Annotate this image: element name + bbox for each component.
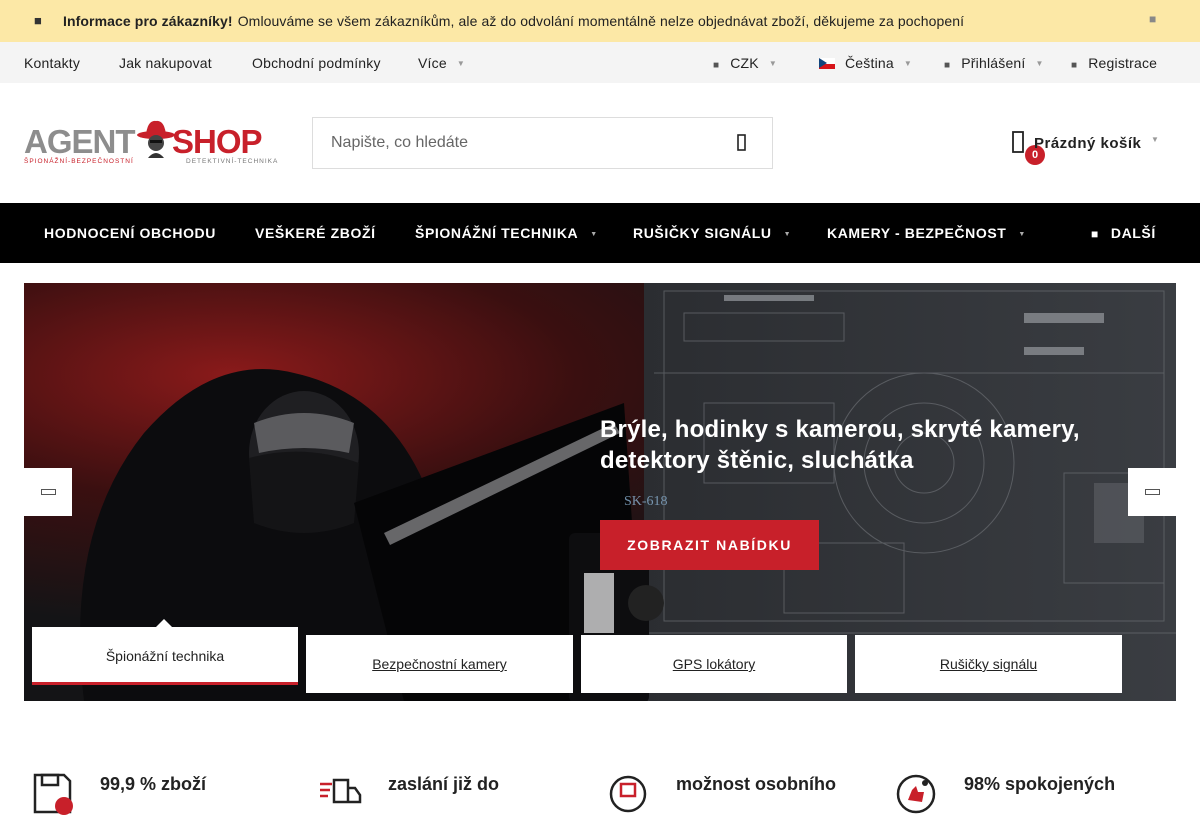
link-kontakty[interactable]: Kontakty	[24, 55, 80, 71]
hero-tabs: Špionážní technika Bezpečnostní kamery G…	[24, 619, 1176, 701]
link-jak-nakupovat[interactable]: Jak nakupovat	[119, 55, 212, 71]
close-icon[interactable]: ■	[1149, 12, 1156, 26]
cart-label: Prázdný košík	[1034, 135, 1142, 152]
logo-tagline-right: DETEKTIVNÍ-TECHNIKA	[186, 158, 279, 165]
register-icon: ■	[1071, 60, 1078, 71]
benefit-text: zaslání již do	[388, 774, 500, 794]
save-icon	[33, 773, 73, 815]
main-navigation: HODNOCENÍ OBCHODU VEŠKERÉ ZBOŽÍ ŠPIONÁŽN…	[0, 203, 1200, 263]
user-icon: ■	[944, 60, 951, 71]
register-link[interactable]: ■ Registrace	[1071, 55, 1157, 71]
announcement-message: Omlouváme se všem zákazníkům, ale až do …	[237, 13, 965, 29]
benefit-text: možnost osobního	[676, 774, 836, 794]
benefit-item: zaslání již do	[318, 770, 558, 830]
hero-tab-bezpecnostni-kamery[interactable]: Bezpečnostní kamery	[306, 635, 573, 693]
login-dropdown[interactable]: ■ Přihlášení ▼	[944, 55, 1044, 71]
coins-icon: ■	[713, 60, 720, 71]
chevron-down-icon: ▼	[768, 59, 777, 68]
search-input[interactable]	[313, 118, 713, 168]
search-box	[312, 117, 773, 169]
search-icon[interactable]	[728, 130, 758, 156]
nav-item-label: KAMERY - BEZPEČNOST	[827, 225, 1007, 241]
nav-item-spionazni-technika[interactable]: ŠPIONÁŽNÍ TECHNIKA ▼	[415, 225, 598, 241]
benefit-item: možnost osobního	[606, 770, 856, 830]
currency-label: CZK	[730, 55, 759, 71]
more-links-dropdown[interactable]: Více ▼	[418, 55, 465, 71]
announcement-title: Informace pro zákazníky!	[63, 13, 233, 29]
logo-word-shop: SHOP	[172, 123, 263, 160]
arrow-right-icon	[1145, 489, 1160, 495]
benefit-item: 98% spokojených	[894, 770, 1174, 830]
register-label: Registrace	[1088, 55, 1158, 71]
store-icon	[609, 775, 647, 813]
chevron-down-icon: ▼	[783, 231, 792, 238]
arrow-left-icon	[41, 489, 56, 495]
chevron-down-icon: ▼	[1151, 135, 1159, 144]
benefit-text: 99,9 % zboží	[100, 774, 207, 794]
svg-text:SK-618: SK-618	[624, 494, 668, 509]
nav-item-rusicky-signalu[interactable]: RUŠIČKY SIGNÁLU ▼	[633, 225, 791, 241]
cart-button[interactable]: 0 Prázdný košík ▼	[1008, 126, 1168, 166]
nav-item-vesker-zbozi[interactable]: VEŠKERÉ ZBOŽÍ	[255, 225, 376, 241]
nav-more-button[interactable]: ■ DALŠÍ	[1091, 225, 1156, 241]
hero-tab-rusicky-signalu[interactable]: Rušičky signálu	[855, 635, 1122, 693]
hero-title: Brýle, hodinky s kamerou, skryté kamery,…	[600, 416, 1080, 474]
link-obchodni-podminky[interactable]: Obchodní podmínky	[252, 55, 381, 71]
language-label: Čeština	[845, 55, 894, 71]
benefit-item: 99,9 % zboží	[32, 770, 272, 830]
info-icon: ■	[34, 13, 42, 28]
thumbs-up-icon	[896, 774, 936, 814]
spy-hat-icon	[137, 120, 175, 158]
currency-selector[interactable]: ■ CZK ▼	[713, 55, 777, 71]
chevron-down-icon: ▼	[1018, 231, 1026, 238]
czech-flag-icon	[819, 58, 835, 69]
site-logo[interactable]: AGENT SHOP ŠPIONÁŽNÍ-BEZPEČNOSTNÍ DETEKT…	[24, 118, 280, 168]
nav-item-label: ŠPIONÁŽNÍ TECHNIKA	[415, 225, 579, 241]
nav-item-label: RUŠIČKY SIGNÁLU	[633, 225, 772, 241]
nav-item-kamery-bezpecnost[interactable]: KAMERY - BEZPEČNOST ▼	[827, 225, 1026, 241]
nav-more-label: DALŠÍ	[1110, 225, 1156, 241]
announcement-bar: ■ Informace pro zákazníky! Omlouváme se v…	[0, 0, 1200, 42]
delivery-icon	[320, 778, 362, 804]
benefit-text: 98% spokojených	[964, 774, 1116, 794]
slider-next-button[interactable]	[1128, 468, 1176, 516]
more-links-label: Více	[418, 55, 447, 71]
chevron-down-icon: ▼	[590, 231, 598, 238]
language-selector[interactable]: Čeština ▼	[819, 55, 912, 71]
announcement-text: Informace pro zákazníky! Omlouváme se vše…	[63, 13, 964, 29]
login-label: Přihlášení	[961, 55, 1026, 71]
show-offer-button[interactable]: ZOBRAZIT NABÍDKU	[600, 520, 819, 570]
slider-prev-button[interactable]	[24, 468, 72, 516]
hero-tab-spionazni-technika[interactable]: Špionážní technika	[32, 619, 298, 685]
menu-icon: ■	[1091, 227, 1099, 241]
hero-tab-gps-lokatory[interactable]: GPS lokátory	[581, 635, 847, 693]
chevron-down-icon: ▼	[903, 59, 912, 68]
logo-tagline-left: ŠPIONÁŽNÍ-BEZPEČNOSTNÍ	[24, 158, 134, 165]
nav-item-hodnoceni-obchodu[interactable]: HODNOCENÍ OBCHODU	[44, 225, 216, 241]
top-links-bar: Kontakty Jak nakupovat Obchodní podmínky…	[0, 42, 1200, 83]
chevron-down-icon: ▼	[1035, 59, 1044, 68]
logo-word-agent: AGENT	[24, 123, 135, 160]
chevron-down-icon: ▼	[456, 59, 465, 68]
